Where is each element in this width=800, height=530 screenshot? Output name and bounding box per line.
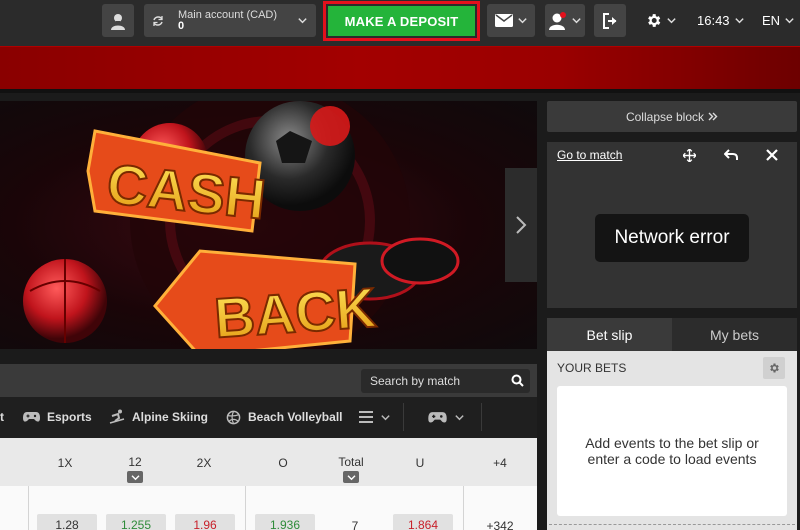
odd-total: 7 [351, 519, 359, 530]
sport-tab-esports[interactable]: Esports [23, 406, 92, 428]
undock-panel-button[interactable] [723, 147, 739, 163]
chevron-down-icon [667, 18, 676, 24]
language-selector[interactable]: EN [762, 4, 795, 37]
logout-button[interactable] [594, 4, 626, 37]
odds-header-over: O [278, 456, 288, 470]
gear-icon [648, 14, 661, 27]
chevron-down-icon [517, 18, 527, 24]
skier-icon [109, 409, 125, 424]
sport-tab-alpine-skiing[interactable]: Alpine Skiing [109, 406, 208, 428]
go-to-match-link[interactable]: Go to match [557, 148, 622, 162]
support-button[interactable] [102, 4, 134, 37]
undo-arrow-icon [724, 149, 738, 160]
gear-icon [770, 363, 779, 373]
move-arrows-icon [682, 148, 696, 162]
chevron-down-icon [298, 18, 307, 24]
chevron-down-icon [785, 18, 794, 24]
promo-stripe [0, 46, 800, 90]
menu-list-icon [359, 411, 373, 423]
language-code: EN [762, 13, 781, 28]
cashback-artwork: CASH BACK [23, 101, 460, 349]
bet-slip-empty-state: Add events to the bet slip or enter a co… [557, 386, 787, 516]
gamepad-icon [23, 412, 40, 422]
odd-more-markets[interactable]: +342 [486, 519, 513, 530]
account-selector[interactable]: Main account (CAD) 0 [144, 4, 316, 37]
collapse-block-button[interactable]: Collapse block [547, 101, 797, 132]
chevron-down-icon [381, 414, 390, 420]
messages-button[interactable] [487, 4, 535, 37]
odds-header-more: +4 [493, 456, 507, 470]
move-panel-button[interactable] [681, 147, 697, 163]
odds-table-header: 1X 12 2X O Total U +4 [0, 438, 537, 486]
tab-bet-slip[interactable]: Bet slip [547, 318, 672, 351]
chevron-down-icon [734, 18, 744, 24]
tab-my-bets[interactable]: My bets [672, 318, 797, 351]
settings-button[interactable] [645, 4, 677, 37]
chevron-down-icon [455, 414, 464, 420]
sport-tab-partial[interactable]: t [0, 406, 4, 428]
envelope-icon [494, 14, 513, 27]
account-label: Main account (CAD) [178, 8, 278, 21]
network-error-message: Network error [595, 214, 749, 262]
banner-next-button[interactable] [505, 168, 537, 282]
collapse-label: Collapse block [625, 109, 705, 124]
search-placeholder: Search by match [370, 374, 461, 388]
sport-tab-beach-volleyball[interactable]: Beach Volleyball [226, 406, 342, 428]
make-deposit-button[interactable]: MAKE A DEPOSIT [328, 6, 475, 36]
account-balance: 0 [178, 19, 185, 32]
games-menu[interactable] [428, 406, 465, 428]
volleyball-icon [226, 410, 241, 424]
gamepad-icon [428, 411, 447, 422]
odd-12[interactable]: 1.255 [106, 514, 166, 530]
cashback-line2: BACK [212, 276, 378, 349]
odds-header-12: 12 [128, 455, 142, 469]
chevron-right-icon [516, 216, 527, 234]
bet-slip-settings-button[interactable] [763, 357, 785, 379]
odd-1x[interactable]: 1.28 [37, 514, 97, 530]
user-icon [548, 11, 566, 30]
odds-header-total-dropdown[interactable] [343, 471, 359, 483]
bet-slip-empty-message: Add events to the bet slip or enter a co… [585, 435, 759, 467]
top-header: Main account (CAD) 0 MAKE A DEPOSIT 16:4… [0, 0, 800, 46]
search-input[interactable]: Search by match [361, 369, 530, 393]
odd-over[interactable]: 1.936 [255, 514, 315, 530]
sports-nav: t Esports Alpine Skiing Beach Volleyball [0, 397, 537, 438]
close-panel-button[interactable] [764, 147, 780, 163]
search-icon [511, 374, 524, 387]
odds-header-1x: 1X [57, 456, 73, 470]
your-bets-heading: YOUR BETS [557, 361, 627, 375]
odds-header-total: Total [338, 455, 364, 469]
odd-under[interactable]: 1.864 [393, 514, 453, 530]
odd-2x[interactable]: 1.96 [175, 514, 235, 530]
time-selector[interactable]: 16:43 [697, 4, 745, 37]
clock-time: 16:43 [697, 13, 730, 28]
support-agent-icon [111, 13, 125, 30]
chevron-down-icon [347, 474, 355, 480]
profile-button[interactable] [545, 4, 585, 37]
refresh-icon [153, 15, 163, 26]
odds-header-under: U [415, 456, 425, 470]
cashback-banner[interactable]: CASH BACK [0, 101, 537, 349]
chevron-down-icon [131, 474, 139, 480]
double-chevron-right-icon [708, 112, 718, 121]
chevron-down-icon [571, 18, 581, 24]
close-icon [766, 149, 778, 161]
odds-header-2x: 2X [196, 456, 212, 470]
odds-header-12-dropdown[interactable] [127, 471, 143, 483]
logout-icon [602, 12, 616, 29]
more-sports-menu[interactable] [359, 406, 391, 428]
